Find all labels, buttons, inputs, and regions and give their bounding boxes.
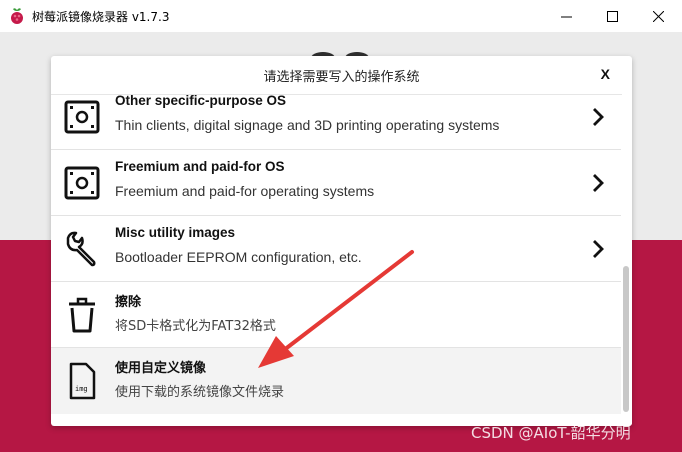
raspberry-logo-icon	[11, 8, 23, 24]
list-item-erase[interactable]: 擦除 将SD卡格式化为FAT32格式	[51, 282, 621, 348]
board-icon	[64, 166, 100, 200]
list-item-title: Other specific-purpose OS	[115, 94, 287, 108]
chevron-right-icon	[593, 108, 604, 126]
wrench-icon	[66, 231, 96, 267]
dialog-header: 请选择需要写入的操作系统 X	[51, 56, 632, 95]
dialog-close-button[interactable]: X	[601, 66, 610, 82]
dialog-title: 请选择需要写入的操作系统	[263, 69, 420, 85]
img-file-icon-label: img	[75, 385, 88, 393]
chevron-right-icon	[593, 240, 604, 258]
os-list: Other specific-purpose OS Thin clients, …	[51, 94, 621, 426]
maximize-button[interactable]	[589, 0, 635, 32]
img-file-icon: img	[69, 362, 96, 400]
list-item-misc-utility-images[interactable]: Misc utility images Bootloader EEPROM co…	[51, 216, 621, 282]
trash-icon	[69, 297, 95, 333]
list-item-description: 使用下载的系统镜像文件烧录	[115, 385, 285, 400]
scrollbar-thumb[interactable]	[623, 266, 629, 412]
watermark: CSDN @AIoT-韶华分明	[471, 424, 631, 442]
list-item-other-specific-purpose-os[interactable]: Other specific-purpose OS Thin clients, …	[51, 94, 621, 150]
list-item-description: Freemium and paid-for operating systems	[115, 183, 375, 199]
close-window-button[interactable]	[635, 0, 681, 32]
title-bar: 树莓派镜像烧录器 v1.7.3	[0, 0, 682, 32]
list-item-title: Misc utility images	[115, 225, 236, 240]
chevron-right-icon	[593, 174, 604, 192]
os-select-dialog: 请选择需要写入的操作系统 X Other specific-purpose OS…	[51, 56, 632, 426]
close-icon	[652, 10, 664, 22]
list-item-description: Thin clients, digital signage and 3D pri…	[115, 117, 500, 133]
list-item-custom-image[interactable]: img 使用自定义镜像 使用下载的系统镜像文件烧录	[51, 348, 621, 414]
minimize-icon	[560, 16, 572, 17]
list-item-title: Freemium and paid-for OS	[115, 159, 285, 174]
maximize-icon	[606, 10, 618, 22]
board-icon	[64, 100, 100, 134]
list-item-description: Bootloader EEPROM configuration, etc.	[115, 249, 362, 265]
list-item-title: 擦除	[115, 295, 142, 310]
window-title: 树莓派镜像烧录器 v1.7.3	[32, 10, 170, 24]
list-item-freemium-paid-os[interactable]: Freemium and paid-for OS Freemium and pa…	[51, 150, 621, 216]
list-item-description: 将SD卡格式化为FAT32格式	[115, 319, 276, 334]
list-item-title: 使用自定义镜像	[115, 361, 207, 376]
minimize-button[interactable]	[543, 0, 589, 32]
